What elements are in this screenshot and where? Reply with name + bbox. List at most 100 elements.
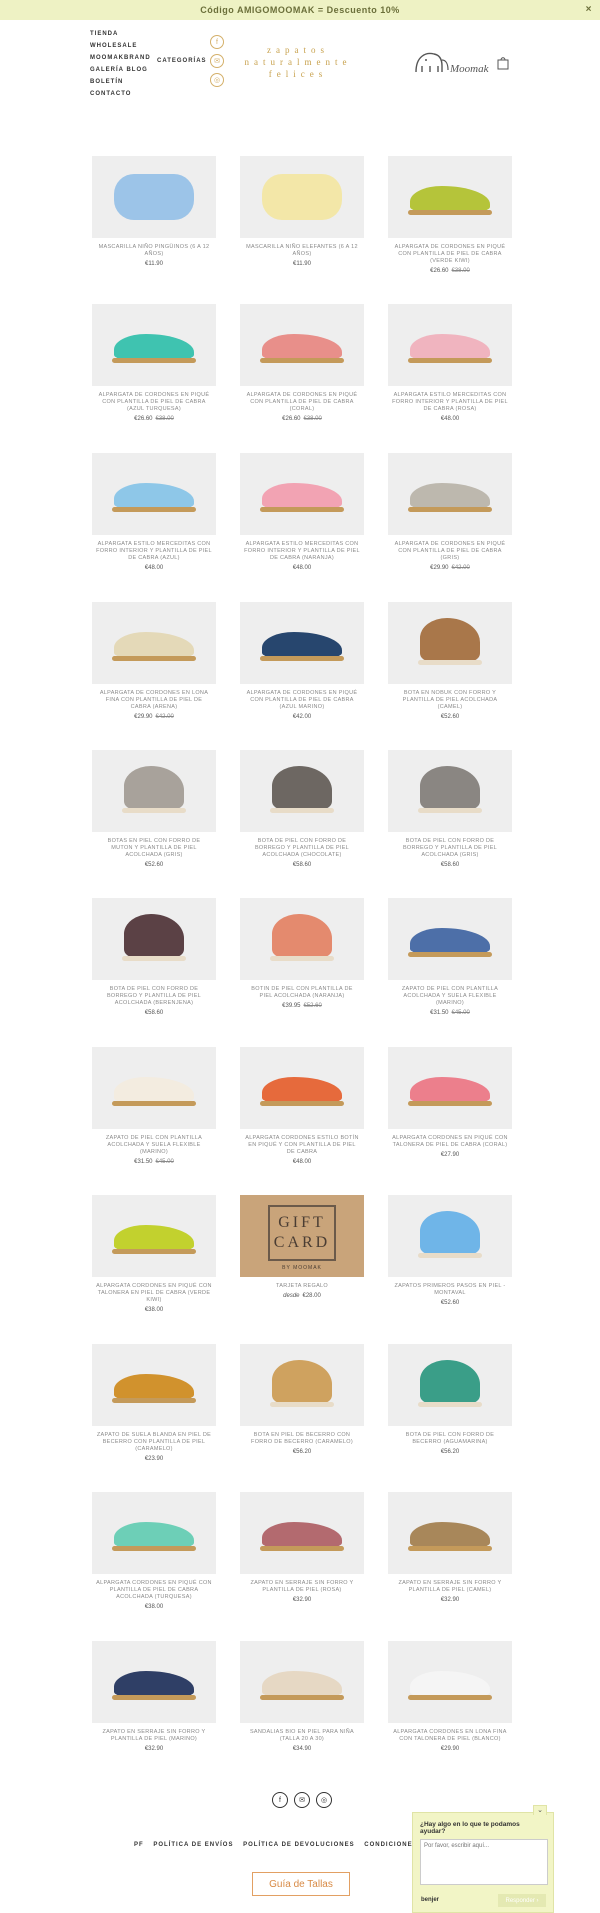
product-card[interactable]: ALPARGATA DE CORDONES EN PIQUÉ CON PLANT… xyxy=(92,304,216,422)
product-name[interactable]: BOTAS EN PIEL CON FORRO DE MUTON Y PLANT… xyxy=(92,838,216,859)
email-icon[interactable]: ✉ xyxy=(294,1792,310,1808)
footer-link-envios[interactable]: POLÍTICA DE ENVÍOS xyxy=(153,1842,233,1848)
instagram-icon[interactable]: ◎ xyxy=(210,73,224,87)
instagram-icon[interactable]: ◎ xyxy=(316,1792,332,1808)
product-name[interactable]: MASCARILLA NIÑO PINGÜINOS (6 A 12 AÑOS) xyxy=(92,244,216,258)
nav-item-boletin[interactable]: BOLETÍN xyxy=(90,76,151,88)
product-name[interactable]: ALPARGATA ESTILO MERCEDITAS CON FORRO IN… xyxy=(240,541,364,562)
product-card[interactable]: ALPARGATA DE CORDONES EN LONA FINA CON P… xyxy=(92,602,216,720)
nav-item-tienda[interactable]: TIENDA xyxy=(90,28,151,40)
product-card[interactable]: ALPARGATA ESTILO MERCEDITAS CON FORRO IN… xyxy=(92,453,216,571)
product-name[interactable]: ALPARGATA ESTILO MERCEDITAS CON FORRO IN… xyxy=(388,392,512,413)
product-card[interactable]: BOTA EN NOBUK CON FORRO Y PLANTILLA DE P… xyxy=(388,602,512,720)
facebook-icon[interactable]: f xyxy=(272,1792,288,1808)
product-name[interactable]: ZAPATO EN SERRAJE SIN FORRO Y PLANTILLA … xyxy=(240,1580,364,1594)
product-card[interactable]: MASCARILLA NIÑO PINGÜINOS (6 A 12 AÑOS) €… xyxy=(92,156,216,267)
product-card[interactable]: BOTAS EN PIEL CON FORRO DE MUTON Y PLANT… xyxy=(92,750,216,868)
product-image[interactable] xyxy=(92,1641,216,1723)
product-card[interactable]: ZAPATO EN SERRAJE SIN FORRO Y PLANTILLA … xyxy=(240,1492,364,1603)
footer-link-devoluciones[interactable]: POLÍTICA DE DEVOLUCIONES xyxy=(243,1842,354,1848)
product-card[interactable]: SANDALIAS BIO EN PIEL PARA NIÑA (TALLA 2… xyxy=(240,1641,364,1752)
product-name[interactable]: ZAPATOS PRIMEROS PASOS EN PIEL - MONTAVA… xyxy=(388,1283,512,1297)
product-name[interactable]: BOTA EN NOBUK CON FORRO Y PLANTILLA DE P… xyxy=(388,690,512,711)
product-card[interactable]: GIFT CARD BY MOOMAK TARJETA REGALO desde €28.… xyxy=(240,1195,364,1299)
product-name[interactable]: ALPARGATA CORDONES EN PIQUÉ CON TALONERA… xyxy=(92,1283,216,1304)
product-image[interactable] xyxy=(92,898,216,980)
product-image[interactable] xyxy=(388,1195,512,1277)
product-image[interactable] xyxy=(240,1641,364,1723)
product-image[interactable] xyxy=(240,750,364,832)
footer-link-pf[interactable]: PF xyxy=(134,1842,144,1848)
product-image[interactable] xyxy=(240,304,364,386)
product-card[interactable]: ZAPATOS PRIMEROS PASOS EN PIEL - MONTAVA… xyxy=(388,1195,512,1306)
product-name[interactable]: BOTA EN PIEL DE BECERRO CON FORRO DE BEC… xyxy=(240,1432,364,1446)
product-card[interactable]: ALPARGATA DE CORDONES EN PIQUÉ CON PLANT… xyxy=(240,602,364,720)
product-card[interactable]: BOTA DE PIEL CON FORRO DE BECERRO (AGUAM… xyxy=(388,1344,512,1455)
product-name[interactable]: SANDALIAS BIO EN PIEL PARA NIÑA (TALLA 2… xyxy=(240,1729,364,1743)
email-icon[interactable]: ✉ xyxy=(210,54,224,68)
product-card[interactable]: BOTA DE PIEL CON FORRO DE BORREGO Y PLAN… xyxy=(92,898,216,1016)
product-card[interactable]: ALPARGATA DE CORDONES EN PIQUÉ CON PLANT… xyxy=(388,156,512,274)
product-name[interactable]: TARJETA REGALO xyxy=(240,1283,364,1290)
product-card[interactable]: ALPARGATA DE CORDONES EN PIQUÉ CON PLANT… xyxy=(240,304,364,422)
product-card[interactable]: ALPARGATA CORDONES EN LONA FINA CON TALO… xyxy=(388,1641,512,1752)
product-name[interactable]: ALPARGATA DE CORDONES EN PIQUÉ CON PLANT… xyxy=(388,541,512,562)
product-image[interactable] xyxy=(388,1492,512,1574)
product-image[interactable] xyxy=(92,1195,216,1277)
product-name[interactable]: BOTIN DE PIEL CON PLANTILLA DE PIEL ACOL… xyxy=(240,986,364,1000)
product-image[interactable] xyxy=(92,602,216,684)
product-image[interactable] xyxy=(92,1047,216,1129)
promo-close-button[interactable]: × xyxy=(586,4,592,15)
product-name[interactable]: ALPARGATA CORDONES EN PIQUÉ CON PLANTILL… xyxy=(92,1580,216,1601)
product-name[interactable]: ALPARGATA DE CORDONES EN PIQUÉ CON PLANT… xyxy=(240,690,364,711)
nav-item-galeria-blog[interactable]: GALERÍA BLOG xyxy=(90,64,151,76)
product-name[interactable]: MASCARILLA NIÑO ELEFANTES (6 A 12 AÑOS) xyxy=(240,244,364,258)
moomak-logo[interactable]: Moomak xyxy=(412,46,492,80)
product-name[interactable]: ALPARGATA CORDONES EN PIQUÉ CON TALONERA… xyxy=(388,1135,512,1149)
product-card[interactable]: BOTA EN PIEL DE BECERRO CON FORRO DE BEC… xyxy=(240,1344,364,1455)
facebook-icon[interactable]: f xyxy=(210,35,224,49)
product-image[interactable]: GIFT CARD BY MOOMAK xyxy=(240,1195,364,1277)
product-card[interactable]: ALPARGATA DE CORDONES EN PIQUÉ CON PLANT… xyxy=(388,453,512,571)
product-card[interactable]: ZAPATO DE PIEL CON PLANTILLA ACOLCHADA Y… xyxy=(388,898,512,1016)
product-card[interactable]: ZAPATO EN SERRAJE SIN FORRO Y PLANTILLA … xyxy=(92,1641,216,1752)
product-image[interactable] xyxy=(240,1344,364,1426)
nav-item-wholesale[interactable]: WHOLESALE xyxy=(90,40,151,52)
product-image[interactable] xyxy=(388,1047,512,1129)
product-card[interactable]: ZAPATO DE SUELA BLANDA EN PIEL DE BECERR… xyxy=(92,1344,216,1462)
nav-item-contacto[interactable]: CONTACTO xyxy=(90,88,151,100)
product-card[interactable]: ALPARGATA ESTILO MERCEDITAS CON FORRO IN… xyxy=(388,304,512,422)
product-card[interactable]: ALPARGATA CORDONES EN PIQUÉ CON TALONERA… xyxy=(92,1195,216,1313)
product-image[interactable] xyxy=(240,602,364,684)
product-name[interactable]: ALPARGATA DE CORDONES EN LONA FINA CON P… xyxy=(92,690,216,711)
product-card[interactable]: ALPARGATA CORDONES EN PIQUÉ CON TALONERA… xyxy=(388,1047,512,1158)
product-image[interactable] xyxy=(240,1047,364,1129)
product-image[interactable] xyxy=(388,453,512,535)
chevron-down-icon[interactable]: ⌄ xyxy=(533,1805,547,1815)
product-name[interactable]: ALPARGATA CORDONES ESTILO BOTÍN EN PIQUÉ… xyxy=(240,1135,364,1156)
product-name[interactable]: ALPARGATA ESTILO MERCEDITAS CON FORRO IN… xyxy=(92,541,216,562)
product-name[interactable]: ZAPATO EN SERRAJE SIN FORRO Y PLANTILLA … xyxy=(92,1729,216,1743)
product-name[interactable]: ALPARGATA DE CORDONES EN PIQUÉ CON PLANT… xyxy=(240,392,364,413)
size-guide-button[interactable]: Guía de Tallas xyxy=(252,1872,350,1896)
product-name[interactable]: BOTA DE PIEL CON FORRO DE BORREGO Y PLAN… xyxy=(388,838,512,859)
product-card[interactable]: BOTA DE PIEL CON FORRO DE BORREGO Y PLAN… xyxy=(388,750,512,868)
chat-message-input[interactable] xyxy=(420,1839,548,1885)
product-name[interactable]: ALPARGATA CORDONES EN LONA FINA CON TALO… xyxy=(388,1729,512,1743)
product-image[interactable] xyxy=(388,750,512,832)
product-card[interactable]: ALPARGATA CORDONES EN PIQUÉ CON PLANTILL… xyxy=(92,1492,216,1610)
product-image[interactable] xyxy=(388,602,512,684)
product-name[interactable]: ALPARGATA DE CORDONES EN PIQUÉ CON PLANT… xyxy=(92,392,216,413)
product-image[interactable] xyxy=(240,156,364,238)
product-name[interactable]: ZAPATO EN SERRAJE SIN FORRO Y PLANTILLA … xyxy=(388,1580,512,1594)
product-image[interactable] xyxy=(388,304,512,386)
nav-item-moomakbrand[interactable]: MOOMAKBRAND xyxy=(90,52,151,64)
product-card[interactable]: ALPARGATA ESTILO MERCEDITAS CON FORRO IN… xyxy=(240,453,364,571)
product-image[interactable] xyxy=(388,1344,512,1426)
product-image[interactable] xyxy=(92,1492,216,1574)
product-card[interactable]: ZAPATO DE PIEL CON PLANTILLA ACOLCHADA Y… xyxy=(92,1047,216,1165)
product-image[interactable] xyxy=(388,1641,512,1723)
chat-send-button[interactable]: Responder › xyxy=(498,1894,546,1907)
product-image[interactable] xyxy=(92,1344,216,1426)
product-name[interactable]: ALPARGATA DE CORDONES EN PIQUÉ CON PLANT… xyxy=(388,244,512,265)
